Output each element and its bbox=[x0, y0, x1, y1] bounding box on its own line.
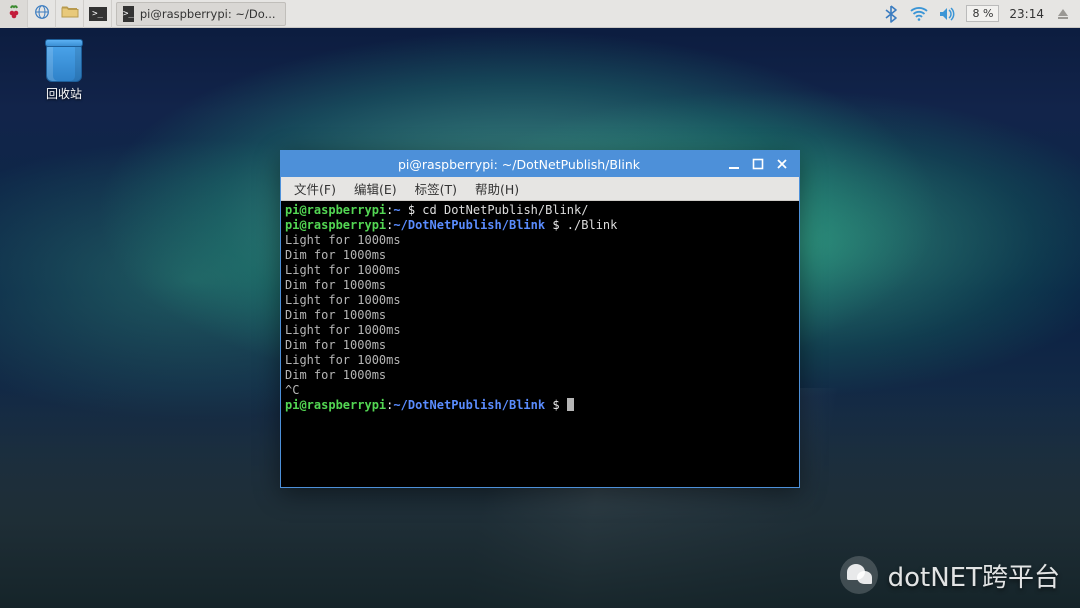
terminal-line: Light for 1000ms bbox=[285, 353, 795, 368]
terminal-icon: >_ bbox=[123, 6, 134, 22]
eject-icon[interactable] bbox=[1054, 5, 1072, 23]
terminal-line: Dim for 1000ms bbox=[285, 368, 795, 383]
bluetooth-icon[interactable] bbox=[882, 5, 900, 23]
raspberry-icon bbox=[6, 4, 22, 23]
menu-file[interactable]: 文件(F) bbox=[287, 177, 343, 200]
web-browser-button[interactable] bbox=[28, 0, 56, 28]
terminal-line: Dim for 1000ms bbox=[285, 338, 795, 353]
cursor bbox=[567, 398, 574, 411]
volume-icon[interactable] bbox=[938, 5, 956, 23]
trash-label: 回收站 bbox=[46, 85, 82, 102]
terminal-line: Dim for 1000ms bbox=[285, 278, 795, 293]
watermark: dotNET跨平台 bbox=[840, 556, 1060, 594]
close-button[interactable] bbox=[775, 157, 789, 171]
terminal-line: pi@raspberrypi:~/DotNetPublish/Blink $ bbox=[285, 398, 795, 413]
battery-indicator[interactable]: 8 % bbox=[966, 5, 999, 22]
terminal-icon: >_ bbox=[89, 7, 107, 21]
taskbar-app-label: pi@raspberrypi: ~/Do... bbox=[140, 7, 276, 21]
terminal-body[interactable]: pi@raspberrypi:~ $ cd DotNetPublish/Blin… bbox=[281, 201, 799, 487]
wifi-icon[interactable] bbox=[910, 5, 928, 23]
clock[interactable]: 23:14 bbox=[1009, 7, 1044, 21]
terminal-line: pi@raspberrypi:~/DotNetPublish/Blink $ .… bbox=[285, 218, 795, 233]
globe-icon bbox=[34, 4, 50, 23]
terminal-line: Light for 1000ms bbox=[285, 293, 795, 308]
terminal-line: ^C bbox=[285, 383, 795, 398]
terminal-window: pi@raspberrypi: ~/DotNetPublish/Blink 文件… bbox=[280, 150, 800, 488]
terminal-line: Light for 1000ms bbox=[285, 323, 795, 338]
file-manager-button[interactable] bbox=[56, 0, 84, 28]
trash-icon bbox=[46, 44, 82, 82]
terminal-line: Dim for 1000ms bbox=[285, 248, 795, 263]
watermark-text: dotNET跨平台 bbox=[888, 557, 1060, 594]
terminal-line: pi@raspberrypi:~ $ cd DotNetPublish/Blin… bbox=[285, 203, 795, 218]
menu-help[interactable]: 帮助(H) bbox=[468, 177, 526, 200]
minimize-button[interactable] bbox=[727, 157, 741, 171]
folder-icon bbox=[61, 4, 79, 23]
taskbar-app-terminal[interactable]: >_ pi@raspberrypi: ~/Do... bbox=[116, 2, 286, 26]
wechat-icon bbox=[840, 556, 878, 594]
terminal-line: Dim for 1000ms bbox=[285, 308, 795, 323]
menu-button[interactable] bbox=[0, 0, 28, 28]
trash-desktop-icon[interactable]: 回收站 bbox=[34, 44, 94, 102]
terminal-line: Light for 1000ms bbox=[285, 263, 795, 278]
taskbar: >_ >_ pi@raspberrypi: ~/Do... 8 % 23:14 bbox=[0, 0, 1080, 28]
menu-edit[interactable]: 编辑(E) bbox=[347, 177, 404, 200]
system-tray: 8 % 23:14 bbox=[882, 0, 1080, 27]
window-titlebar[interactable]: pi@raspberrypi: ~/DotNetPublish/Blink bbox=[281, 151, 799, 177]
terminal-launcher-button[interactable]: >_ bbox=[84, 0, 112, 28]
menu-tabs[interactable]: 标签(T) bbox=[408, 177, 464, 200]
terminal-menubar: 文件(F) 编辑(E) 标签(T) 帮助(H) bbox=[281, 177, 799, 201]
terminal-line: Light for 1000ms bbox=[285, 233, 795, 248]
maximize-button[interactable] bbox=[751, 157, 765, 171]
window-title: pi@raspberrypi: ~/DotNetPublish/Blink bbox=[281, 157, 717, 172]
